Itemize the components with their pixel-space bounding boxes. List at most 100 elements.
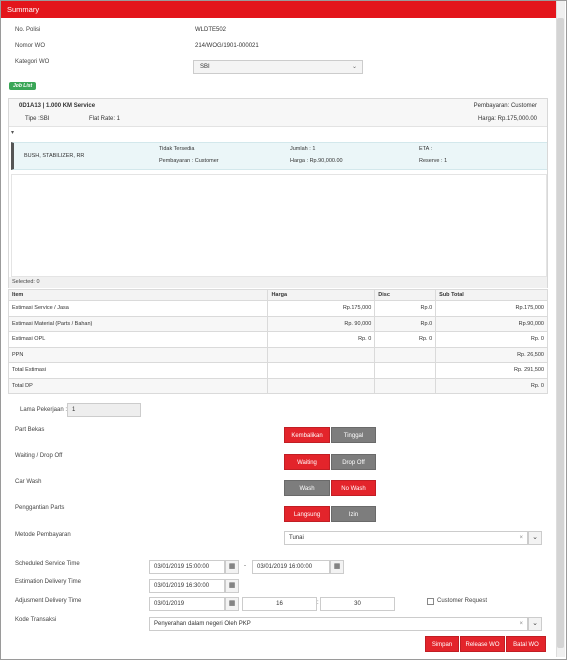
release-wo-button[interactable]: Release WO bbox=[460, 636, 505, 652]
expand-caret-icon[interactable]: ▾ bbox=[11, 129, 14, 136]
langsung-button[interactable]: Langsung bbox=[284, 506, 330, 522]
cell-harga: Rp. 90,000 bbox=[267, 315, 376, 332]
wash-button[interactable]: Wash bbox=[284, 480, 330, 496]
cell-subtotal: Rp. 291,500 bbox=[435, 362, 548, 379]
table-row: PPN Rp. 26,500 bbox=[7, 346, 548, 363]
job-list-badge: Job List bbox=[9, 82, 37, 90]
cell-item: Total Estimasi bbox=[7, 362, 269, 379]
chevron-down-icon[interactable]: ⌄ bbox=[528, 617, 542, 631]
calendar-icon[interactable]: ▦ bbox=[330, 560, 344, 574]
job-list-empty-area bbox=[11, 174, 547, 277]
scrollbar-thumb[interactable] bbox=[557, 18, 564, 648]
col-subtotal: Sub Total bbox=[435, 289, 548, 301]
job-header[interactable]: 0D1A13 | 1.000 KM Service Pembayaran: Cu… bbox=[9, 99, 547, 127]
adjusment-date-input[interactable]: 03/01/2019 bbox=[149, 597, 225, 611]
part-bekas-label: Part Bekas bbox=[15, 427, 45, 433]
kode-transaksi-select[interactable]: Penyerahan dalam negeri Oleh PKP × bbox=[149, 617, 528, 631]
cell-subtotal: Rp. 26,500 bbox=[435, 346, 548, 363]
cell-item: Estimasi OPL bbox=[7, 331, 269, 348]
adjusment-hour-input[interactable]: 16 bbox=[242, 597, 317, 611]
simpan-button[interactable]: Simpan bbox=[425, 636, 459, 652]
cell-subtotal: Rp. 0 bbox=[435, 377, 548, 394]
col-disc: Disc bbox=[374, 289, 437, 301]
no-polisi-value: WLDTE502 bbox=[195, 27, 227, 33]
cell-item: Estimasi Service / Jasa bbox=[7, 300, 269, 317]
estimate-table: Item Harga Disc Sub Total Estimasi Servi… bbox=[7, 289, 548, 394]
cell-subtotal: Rp.175,000 bbox=[435, 300, 548, 317]
selected-count: Selected: 0 bbox=[9, 277, 547, 288]
customer-request-checkbox[interactable] bbox=[427, 598, 434, 605]
tinggal-button[interactable]: Tinggal bbox=[331, 427, 376, 443]
job-flat-rate: Flat Rate: 1 bbox=[89, 116, 121, 122]
nomor-wo-label: Nomor WO bbox=[15, 43, 45, 49]
cell-harga: Rp.175,000 bbox=[267, 300, 376, 317]
customer-request-label: Customer Request bbox=[437, 598, 488, 604]
table-row: Estimasi OPL Rp. 0 Rp. 0 Rp. 0 bbox=[7, 331, 548, 348]
calendar-icon[interactable]: ▦ bbox=[225, 560, 239, 574]
job-harga: Harga: Rp.175,000.00 bbox=[477, 116, 537, 122]
cell-subtotal: Rp. 0 bbox=[435, 331, 548, 348]
metode-pembayaran-value: Tunai bbox=[289, 535, 304, 541]
lama-pekerjaan-input[interactable]: 1 bbox=[67, 403, 141, 417]
cell-disc: Rp.0 bbox=[374, 315, 437, 332]
penggantian-parts-label: Penggantian Parts bbox=[15, 505, 65, 511]
cell-disc: Rp. 0 bbox=[374, 331, 437, 348]
cell-item: Total DP bbox=[7, 377, 269, 394]
col-item: Item bbox=[7, 289, 269, 301]
part-row[interactable]: BUSH, STABILIZER, RR Tidak Tersedia Pemb… bbox=[11, 142, 547, 170]
cell-harga: Rp. 0 bbox=[267, 331, 376, 348]
scheduled-end-input[interactable]: 03/01/2019 16:00:00 bbox=[252, 560, 330, 574]
no-wash-button[interactable]: No Wash bbox=[331, 480, 376, 496]
cell-disc bbox=[374, 362, 437, 379]
adjusment-minute-input[interactable]: 30 bbox=[320, 597, 395, 611]
drop-off-button[interactable]: Drop Off bbox=[331, 454, 376, 470]
date-range-separator: - bbox=[244, 563, 246, 569]
calendar-icon[interactable]: ▦ bbox=[225, 597, 239, 611]
table-row: Estimasi Material (Parts / Bahan) Rp. 90… bbox=[7, 315, 548, 332]
adjusment-delivery-time-label: Adjusment Delivery Time bbox=[15, 598, 82, 604]
clear-icon[interactable]: × bbox=[519, 621, 523, 627]
summary-title: Summary bbox=[7, 5, 40, 14]
cell-harga bbox=[267, 362, 376, 379]
kategori-wo-select[interactable]: SBI ⌄ bbox=[193, 60, 363, 74]
table-row: Total DP Rp. 0 bbox=[7, 377, 548, 394]
cell-item: Estimasi Material (Parts / Bahan) bbox=[7, 315, 269, 332]
cell-subtotal: Rp.90,000 bbox=[435, 315, 548, 332]
estimation-delivery-time-label: Estimation Delivery Time bbox=[15, 579, 82, 585]
summary-header: Summary bbox=[1, 1, 556, 18]
estimation-delivery-input[interactable]: 03/01/2019 16:30:00 bbox=[149, 579, 225, 593]
scheduled-start-input[interactable]: 03/01/2019 15:00:00 bbox=[149, 560, 225, 574]
job-pembayaran: Pembayaran: Customer bbox=[473, 103, 537, 109]
scheduled-service-time-label: Scheduled Service Time bbox=[15, 561, 80, 567]
no-polisi-label: No. Polisi bbox=[15, 27, 41, 33]
part-pembayaran: Pembayaran : Customer bbox=[159, 158, 219, 164]
job-panel: 0D1A13 | 1.000 KM Service Pembayaran: Cu… bbox=[8, 98, 548, 288]
chevron-down-icon: ⌄ bbox=[351, 64, 357, 70]
nomor-wo-value: 214/WOG/1901-000021 bbox=[195, 43, 259, 49]
part-reserve: Reserve : 1 bbox=[419, 158, 448, 164]
izin-button[interactable]: Izin bbox=[331, 506, 376, 522]
calendar-icon[interactable]: ▦ bbox=[225, 579, 239, 593]
cell-disc: Rp.0 bbox=[374, 300, 437, 317]
part-status: Tidak Tersedia bbox=[159, 146, 195, 152]
clear-icon[interactable]: × bbox=[519, 535, 523, 541]
kode-transaksi-label: Kode Transaksi bbox=[15, 617, 57, 623]
job-tipe: Tipe :SBI bbox=[25, 116, 50, 122]
table-row: Estimasi Service / Jasa Rp.175,000 Rp.0 … bbox=[7, 300, 548, 317]
waiting-button[interactable]: Waiting bbox=[284, 454, 330, 470]
cell-harga bbox=[267, 346, 376, 363]
kembalikan-button[interactable]: Kembalikan bbox=[284, 427, 330, 443]
lama-pekerjaan-label: Lama Pekerjaan : bbox=[20, 407, 68, 413]
time-separator: : bbox=[317, 600, 319, 606]
part-eta: ETA : bbox=[419, 146, 433, 152]
batal-wo-button[interactable]: Batal WO bbox=[506, 636, 546, 652]
car-wash-label: Car Wash bbox=[15, 479, 42, 485]
metode-pembayaran-select[interactable]: Tunai × bbox=[284, 531, 528, 545]
cell-disc bbox=[374, 346, 437, 363]
kode-transaksi-value: Penyerahan dalam negeri Oleh PKP bbox=[154, 621, 251, 627]
part-harga: Harga : Rp.90,000.00 bbox=[290, 158, 343, 164]
cell-item: PPN bbox=[7, 346, 269, 363]
part-name: BUSH, STABILIZER, RR bbox=[24, 153, 85, 159]
chevron-down-icon[interactable]: ⌄ bbox=[528, 531, 542, 545]
cell-disc bbox=[374, 377, 437, 394]
